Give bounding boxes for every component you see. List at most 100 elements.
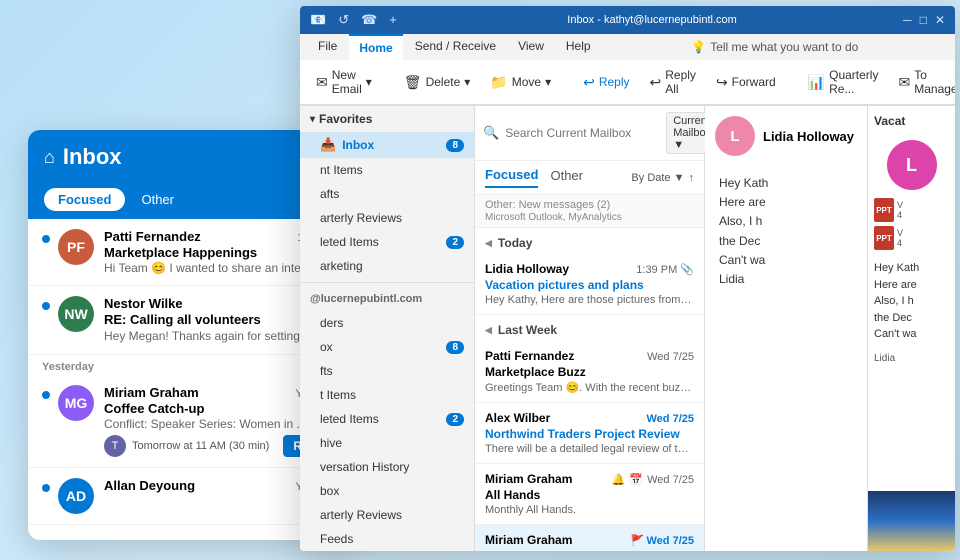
- mobile-inbox-title: Inbox: [63, 144, 122, 170]
- sidebar-item-quarterly2[interactable]: arterly Reviews: [300, 503, 474, 527]
- inbox-icon: 📥: [320, 137, 336, 153]
- file-info: V4: [897, 228, 903, 248]
- vacation-text: Hey KathHere areAlso, I hthe DecCan't wa: [868, 254, 955, 349]
- list-item[interactable]: Lidia Holloway 1:39 PM 📎 Vacation pictur…: [475, 254, 704, 315]
- reply-button[interactable]: ↩ Reply: [575, 70, 637, 95]
- move-button[interactable]: 📁 Move ▾: [482, 70, 559, 95]
- tab-focused[interactable]: Focused: [485, 167, 538, 188]
- flag-icon: 🚩: [631, 534, 645, 547]
- sender-name: Nestor Wilke: [104, 296, 183, 311]
- sidebar-item-inbox2[interactable]: ox 8: [300, 335, 474, 359]
- new-email-icon: ✉: [316, 74, 328, 91]
- to-manager-button[interactable]: ✉ To Manager: [890, 64, 955, 100]
- tell-me-search[interactable]: 💡 Tell me what you want to do: [603, 34, 947, 60]
- reminder-text: Tomorrow at 11 AM (30 min): [132, 440, 269, 452]
- tab-send-receive[interactable]: Send / Receive: [405, 34, 506, 60]
- file-item[interactable]: PPT V4: [874, 198, 949, 222]
- favorites-header[interactable]: ▾ Favorites: [300, 106, 474, 132]
- tab-home[interactable]: Home: [349, 34, 402, 60]
- outlook-window: 📧 ↺ ☎ + Inbox - kathyt@lucernepubintl.co…: [300, 6, 955, 551]
- sender-avatar: L: [715, 116, 755, 156]
- ppt-icon: PPT: [874, 198, 894, 222]
- back-nav[interactable]: ↺: [334, 10, 353, 30]
- home-icon: ⌂: [44, 147, 55, 168]
- forward-button[interactable]: ↪ Forward: [708, 70, 784, 95]
- search-input[interactable]: [505, 126, 660, 140]
- window-title: Inbox - kathyt@lucernepubintl.com: [567, 14, 737, 26]
- sidebar-item-history[interactable]: versation History: [300, 455, 474, 479]
- bell-icon: 🔔: [612, 473, 626, 486]
- list-item[interactable]: Patti Fernandez Wed 7/25 Marketplace Buz…: [475, 341, 704, 403]
- unread-dot: [42, 391, 50, 399]
- reading-pane-sender: Lidia Holloway: [763, 129, 854, 144]
- ribbon-actions: ✉ New Email ▾ 🗑 Delete ▾ 📁 Move ▾ ↩ Repl…: [300, 60, 955, 105]
- window-controls: ─ □ ✕: [903, 13, 945, 27]
- sidebar-item-inbox[interactable]: 📥 Inbox 8: [300, 132, 474, 158]
- avatar: AD: [58, 478, 94, 514]
- title-bar: 📧 ↺ ☎ + Inbox - kathyt@lucernepubintl.co…: [300, 6, 955, 34]
- group-header-last-week: Last Week: [475, 315, 704, 341]
- group-header-today: Today: [475, 228, 704, 254]
- other-label: Other: New messages (2) Microsoft Outloo…: [475, 195, 704, 228]
- quarterly-icon: 📊: [808, 74, 825, 91]
- focused-other-tabs: Focused Other By Date ▼ ↑: [475, 161, 704, 195]
- tab-other[interactable]: Other: [550, 168, 583, 187]
- reply-icon: ↩: [583, 74, 595, 91]
- file-item[interactable]: PPT V4: [874, 226, 949, 250]
- reply-all-icon: ↩: [650, 74, 662, 91]
- tab-other[interactable]: Other: [131, 188, 184, 211]
- list-item[interactable]: Miriam Graham 🚩 Wed 7/25 Marketing Strat…: [475, 525, 704, 551]
- add-icon[interactable]: +: [385, 10, 401, 30]
- reply-all-button[interactable]: ↩ Reply All: [642, 64, 704, 100]
- sidebar-item-drafts[interactable]: afts: [300, 182, 474, 206]
- vacation-panel: Vacat L PPT V4 PPT V4 Hey KathHere areAl…: [867, 106, 955, 551]
- close-button[interactable]: ✕: [935, 13, 945, 27]
- city-photo: [868, 491, 955, 551]
- manager-icon: ✉: [898, 74, 910, 91]
- delete-icon: 🗑: [404, 74, 422, 91]
- quarterly-button[interactable]: 📊 Quarterly Re...: [800, 64, 887, 100]
- attachment-icon: 📎: [680, 264, 694, 276]
- avatar: PF: [58, 229, 94, 265]
- sidebar-item-feeds[interactable]: Feeds: [300, 527, 474, 551]
- sidebar-item-deleted2[interactable]: leted Items 2: [300, 407, 474, 431]
- tab-file[interactable]: File: [308, 34, 347, 60]
- left-nav: ▾ Favorites 📥 Inbox 8 nt Items afts arte…: [300, 106, 475, 551]
- email-list-items: Other: New messages (2) Microsoft Outloo…: [475, 195, 704, 551]
- account-section: @lucernepubintl.com: [300, 287, 474, 311]
- unread-dot: [42, 484, 50, 492]
- phone-icon: ☎: [357, 10, 381, 30]
- tab-focused[interactable]: Focused: [44, 188, 125, 211]
- sidebar-item-quarterly[interactable]: arterly Reviews: [300, 206, 474, 230]
- vacation-files: PPT V4 PPT V4: [868, 194, 955, 254]
- sidebar-item-folders[interactable]: ders: [300, 311, 474, 335]
- tab-help[interactable]: Help: [556, 34, 601, 60]
- vacation-sig: Lidia: [868, 349, 955, 368]
- new-email-button[interactable]: ✉ New Email ▾: [308, 64, 380, 100]
- sort-controls[interactable]: By Date ▼ ↑: [631, 172, 694, 184]
- vacation-avatar: L: [887, 140, 937, 190]
- delete-button[interactable]: 🗑 Delete ▾: [396, 70, 479, 95]
- list-item[interactable]: Miriam Graham 🔔 📅 Wed 7/25 All Hands Mon…: [475, 464, 704, 525]
- list-item[interactable]: Alex Wilber Wed 7/25 Northwind Traders P…: [475, 403, 704, 464]
- mobile-header-left: ⌂ Inbox: [44, 144, 122, 170]
- sidebar-item-sent[interactable]: nt Items: [300, 158, 474, 182]
- sidebar-item-deleted[interactable]: leted Items 2: [300, 230, 474, 254]
- sidebar-item-inbox3[interactable]: box: [300, 479, 474, 503]
- search-bar: 🔍 Current Mailbox ▼: [475, 106, 704, 161]
- sidebar-item-items[interactable]: t Items: [300, 383, 474, 407]
- sender-name: Miriam Graham: [104, 385, 199, 400]
- sidebar-item-drafts2[interactable]: fts: [300, 359, 474, 383]
- sidebar-item-archive[interactable]: hive: [300, 431, 474, 455]
- forward-icon: ↪: [716, 74, 728, 91]
- separator: [300, 282, 474, 283]
- maximize-button[interactable]: □: [920, 13, 927, 27]
- email-list-panel: 🔍 Current Mailbox ▼ Focused Other By Dat…: [475, 106, 705, 551]
- title-bar-nav: ↺ ☎ +: [334, 10, 401, 30]
- search-icon: 🔍: [483, 125, 499, 141]
- tab-view[interactable]: View: [508, 34, 554, 60]
- sidebar-item-marketing[interactable]: arketing: [300, 254, 474, 278]
- avatar: MG: [58, 385, 94, 421]
- minimize-button[interactable]: ─: [903, 13, 912, 27]
- calendar-icon: 📅: [629, 473, 643, 486]
